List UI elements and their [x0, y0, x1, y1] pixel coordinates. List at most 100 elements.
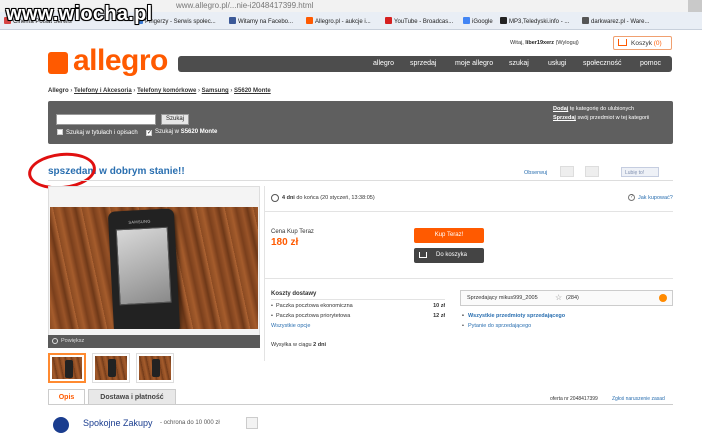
- watermark: www.wiocha.pl: [6, 3, 153, 25]
- youtube-icon: [385, 17, 392, 24]
- observe-link[interactable]: Obserwuj: [524, 170, 547, 176]
- divider: [271, 299, 445, 300]
- search-button[interactable]: Szukaj: [161, 114, 189, 125]
- nav-szukaj[interactable]: szukaj: [509, 60, 529, 67]
- breadcrumb-item[interactable]: Samsung: [202, 88, 229, 94]
- bookmark-icon: [582, 17, 589, 24]
- logout-link[interactable]: (Wyloguj): [556, 40, 579, 46]
- item-photo[interactable]: SAMSUNG: [50, 207, 258, 329]
- price: 180 zł: [271, 237, 299, 248]
- info-box: [246, 417, 258, 429]
- column-divider: [264, 186, 265, 361]
- divider: [48, 404, 673, 405]
- bookmark-item[interactable]: darkwarez.pl - Ware...: [582, 17, 649, 25]
- offer-number: oferta nr 2048417399: [550, 396, 598, 402]
- checkbox-box[interactable]: [57, 129, 63, 135]
- shipping-row: • Paczka pocztowa ekonomiczna 10 zł: [271, 303, 445, 309]
- share-icon[interactable]: [560, 166, 574, 177]
- google-icon: [463, 17, 470, 24]
- seller-name[interactable]: mikus999_2005: [499, 295, 538, 301]
- seller-rating[interactable]: (284): [566, 295, 579, 301]
- nav-uslugi[interactable]: usługi: [548, 60, 566, 67]
- allegro-logo[interactable]: allegro: [73, 44, 168, 78]
- expand-icon[interactable]: [659, 294, 667, 302]
- price-label: Cena Kup Teraz: [271, 229, 314, 235]
- nav-spolecznosc[interactable]: społeczność: [583, 60, 622, 67]
- cart-icon: [618, 39, 627, 46]
- report-link[interactable]: Zgłoś naruszenie zasad: [612, 396, 665, 402]
- shipping-row: • Paczka pocztowa priorytetowa 12 zł: [271, 313, 445, 319]
- search-input[interactable]: [56, 114, 156, 125]
- thumbnail[interactable]: [136, 353, 174, 383]
- divider: [264, 211, 673, 212]
- nav-moje-allegro[interactable]: moje allegro: [455, 60, 493, 67]
- checkbox-checked[interactable]: ✓: [146, 130, 152, 136]
- nav-pomoc[interactable]: pomoc: [640, 60, 661, 67]
- allegro-logo-icon[interactable]: [48, 52, 68, 74]
- breadcrumb-item[interactable]: Telefony komórkowe: [137, 88, 196, 94]
- all-seller-items-link[interactable]: • Wszystkie przedmioty sprzedającego: [462, 313, 565, 319]
- add-favorite-link[interactable]: Dodaj: [553, 106, 568, 112]
- breadcrumb-root[interactable]: Allegro: [48, 88, 69, 94]
- thumbnail[interactable]: [92, 353, 130, 383]
- phone-screen: [115, 226, 172, 306]
- search-panel: Szukaj Szukaj w tytułach i opisach ✓ Szuk…: [48, 101, 673, 144]
- facebook-icon: [229, 17, 236, 24]
- buy-now-button[interactable]: Kup Teraz!: [414, 228, 484, 243]
- cart-icon: [419, 252, 427, 258]
- search-descriptions-checkbox[interactable]: Szukaj w tytułach i opisach: [57, 129, 138, 136]
- bookmark-item[interactable]: Witamy na Facebo...: [229, 17, 293, 25]
- bookmark-item[interactable]: iGoogle: [463, 17, 493, 25]
- allegro-icon: [306, 17, 313, 24]
- shield-icon: [53, 417, 69, 433]
- nav-sprzedaj[interactable]: sprzedaj: [410, 60, 436, 67]
- how-to-buy-link[interactable]: Jak kupować?: [638, 195, 673, 201]
- bullet-icon: •: [462, 313, 464, 319]
- star-icon: ☆: [555, 293, 563, 302]
- address-bar[interactable]: www.allegro.pl/...nie-i2048417399.html: [176, 1, 313, 10]
- tab-opis[interactable]: Opis: [48, 389, 85, 405]
- print-icon[interactable]: [585, 166, 599, 177]
- divider: [264, 278, 673, 279]
- bullet-icon: •: [462, 323, 464, 329]
- thumbnail[interactable]: [48, 353, 86, 383]
- magnifier-icon: [52, 338, 58, 344]
- main-nav: allegro sprzedaj moje allegro szukaj usł…: [178, 56, 672, 72]
- ask-seller-link[interactable]: • Pytanie do sprzedającego: [462, 323, 531, 329]
- thumbnail-image: [95, 356, 127, 380]
- bookmark-item[interactable]: MP3,Teledyski.info - ...: [500, 17, 569, 25]
- shipping-title: Koszty dostawy: [271, 291, 317, 297]
- tab-dostawa[interactable]: Dostawa i płatność: [88, 389, 176, 405]
- facebook-like-button[interactable]: Lubię to!: [621, 167, 659, 177]
- nav-allegro[interactable]: allegro: [373, 60, 394, 67]
- username-link[interactable]: liber19xerz: [525, 40, 554, 46]
- bookmark-item[interactable]: Allegro.pl - aukcje i...: [306, 17, 371, 25]
- cart-button[interactable]: Koszyk (0): [613, 36, 672, 50]
- add-to-cart-button[interactable]: Do koszyka: [414, 248, 484, 263]
- search-in-category-checkbox[interactable]: ✓ Szukaj w S5620 Monte: [146, 129, 217, 136]
- breadcrumb-item[interactable]: S5620 Monte: [234, 88, 271, 94]
- clock-icon: [271, 194, 279, 202]
- seller-box[interactable]: Sprzedający mikus999_2005 ☆ (284): [460, 290, 673, 306]
- seller-label: Sprzedający mikus999_2005: [467, 295, 538, 301]
- phone-brand-label: SAMSUNG: [128, 218, 151, 225]
- divider: [48, 180, 673, 181]
- phone-image: SAMSUNG: [107, 208, 181, 329]
- close-window-button[interactable]: [688, 0, 702, 12]
- sell-here-hint: Sprzedaj swój przedmiot w tej kategorii: [553, 115, 650, 121]
- bookmark-icon: [500, 17, 507, 24]
- safe-shopping-subtitle: - ochrona do 10 000 zł: [160, 420, 220, 426]
- time-left: 4 dni do końca (20 styczeń, 13:38:05): [282, 195, 375, 201]
- question-icon: ?: [628, 194, 635, 201]
- dispatch-time: Wysyłka w ciągu 2 dni: [271, 342, 326, 348]
- all-shipping-options-link[interactable]: Wszystkie opcje: [271, 323, 310, 329]
- sell-here-link[interactable]: Sprzedaj: [553, 115, 576, 121]
- zoom-button[interactable]: Powiększ: [48, 335, 260, 348]
- breadcrumb-item[interactable]: Telefony i Akcesoria: [74, 88, 132, 94]
- thumbnail-image: [139, 356, 171, 380]
- user-greeting: Witaj, liber19xerz (Wyloguj): [510, 40, 579, 46]
- bookmark-item[interactable]: YouTube - Broadcas...: [385, 17, 453, 25]
- add-favorite-hint: Dodaj tę kategorię do ulubionych: [553, 106, 635, 112]
- thumbnail-image: [52, 357, 82, 379]
- breadcrumb: Allegro › Telefony i Akcesoria › Telefon…: [48, 88, 271, 94]
